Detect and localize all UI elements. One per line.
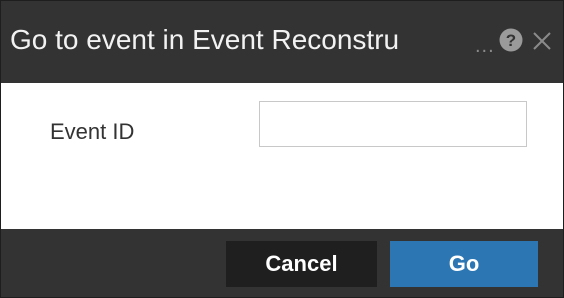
- event-id-label: Event ID: [50, 119, 135, 144]
- go-to-event-dialog: Go to event in Event Reconstru ... ? Eve…: [0, 0, 564, 298]
- cancel-button[interactable]: Cancel: [226, 241, 377, 287]
- go-button[interactable]: Go: [390, 241, 538, 287]
- dialog-footer: Cancel Go: [1, 229, 563, 297]
- title-overflow-ellipsis: ...: [475, 35, 495, 57]
- event-id-input[interactable]: [259, 101, 527, 147]
- svg-text:?: ?: [506, 31, 516, 50]
- dialog-title: Go to event in Event Reconstru: [10, 24, 400, 55]
- dialog-titlebar[interactable]: Go to event in Event Reconstru ... ?: [1, 1, 563, 83]
- dialog-body: Event ID: [1, 83, 563, 229]
- help-icon[interactable]: ?: [499, 28, 523, 52]
- close-icon[interactable]: [531, 30, 553, 52]
